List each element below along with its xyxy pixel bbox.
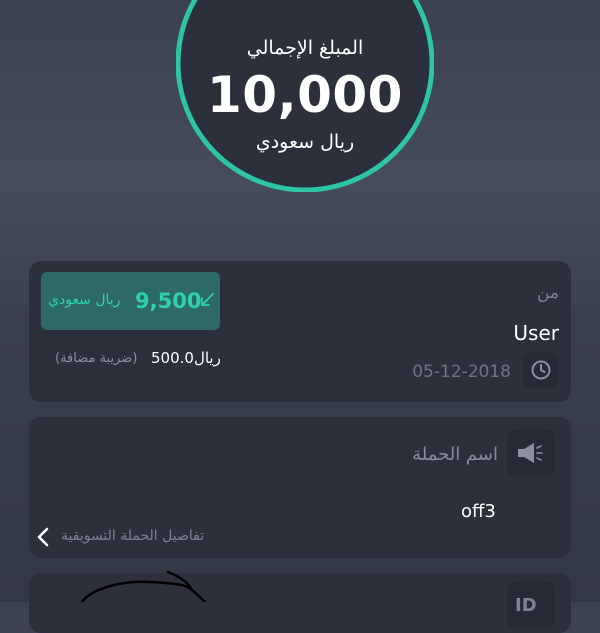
- campaign-details-label: تفاصيل الحملة التسويقية: [61, 528, 205, 544]
- clock-icon: [523, 352, 559, 388]
- net-amount-badge: ريال سعودي 9,500: [41, 272, 220, 330]
- handwritten-scribble: [80, 570, 207, 602]
- from-label: من: [536, 283, 559, 303]
- tax-note: (ضريبة مضافة): [55, 351, 138, 366]
- total-currency: ريال سعودي: [255, 131, 355, 153]
- campaign-name-value: off3: [461, 501, 496, 522]
- user-name: User: [513, 321, 559, 345]
- chevron-left-icon: [37, 527, 49, 547]
- campaign-card: اسم الحملة off3 تفاصيل الحملة التسويقية: [29, 417, 571, 558]
- tax-value: 500.0ريال: [151, 349, 221, 367]
- total-summary: المبلغ الإجمالي 10,000 ريال سعودي: [176, 0, 434, 192]
- sender-card: ريال سعودي 9,500 500.0ريال (ضريبة مضافة)…: [29, 261, 571, 402]
- total-amount: 10,000: [207, 66, 403, 124]
- arrow-down-left-icon: [201, 293, 214, 306]
- transaction-date: 05-12-2018: [412, 362, 511, 382]
- id-label: ID: [515, 595, 537, 616]
- total-label: المبلغ الإجمالي: [246, 37, 364, 59]
- id-badge: ID: [507, 581, 555, 629]
- megaphone-icon: [507, 429, 555, 477]
- campaign-name-label: اسم الحملة: [412, 444, 498, 465]
- campaign-details-link[interactable]: تفاصيل الحملة التسويقية: [36, 524, 276, 550]
- badge-amount: 9,500: [135, 289, 202, 313]
- badge-currency: ريال سعودي: [48, 292, 121, 308]
